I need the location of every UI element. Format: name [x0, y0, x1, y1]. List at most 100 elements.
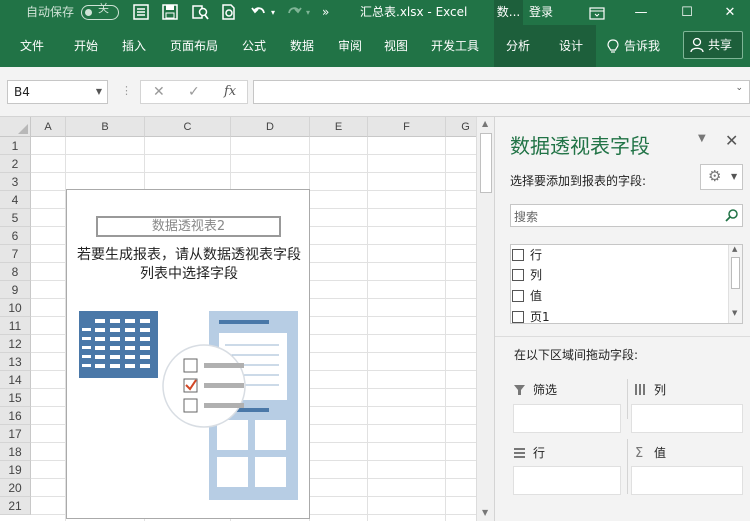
choose-fields-label: 选择要添加到报表的字段:	[510, 174, 647, 188]
field-item-column[interactable]: 列	[512, 265, 542, 285]
tab-data[interactable]: 数据	[290, 25, 314, 67]
close-window-button[interactable]: ✕	[710, 0, 750, 25]
tab-analyze[interactable]: 分析	[506, 25, 530, 67]
row-header[interactable]: 19	[0, 461, 31, 479]
expand-formula-icon[interactable]: ⌄	[735, 83, 743, 93]
autosave-toggle[interactable]: 关	[81, 2, 119, 20]
name-box[interactable]: B4 ▼	[7, 80, 108, 104]
values-drop-zone[interactable]	[631, 466, 743, 495]
scroll-up-icon[interactable]: ▲	[482, 119, 488, 128]
tools-button[interactable]: ⚙ ▼	[700, 164, 743, 190]
scroll-down-icon[interactable]: ▼	[732, 309, 737, 317]
row-header[interactable]: 5	[0, 209, 31, 227]
checkbox[interactable]	[512, 269, 524, 281]
share-button[interactable]: 共享	[683, 31, 743, 59]
row-header[interactable]: 15	[0, 389, 31, 407]
columns-drop-zone[interactable]	[631, 404, 743, 433]
close-pane-icon[interactable]: ✕	[725, 131, 738, 150]
row-header[interactable]: 12	[0, 335, 31, 353]
ribbon-display-icon[interactable]	[588, 4, 606, 22]
undo-icon[interactable]	[250, 3, 268, 21]
columns-area-header: 列	[635, 378, 666, 402]
tab-file[interactable]: 文件	[20, 25, 44, 67]
drag-fields-label: 在以下区域间拖动字段:	[514, 348, 639, 362]
formula-input[interactable]: ⌄	[253, 80, 750, 104]
tab-design[interactable]: 设计	[559, 25, 583, 67]
tab-formulas[interactable]: 公式	[242, 25, 266, 67]
column-header[interactable]: B	[66, 117, 145, 137]
scroll-thumb[interactable]	[480, 133, 492, 193]
rows-area-header: 行	[514, 441, 545, 465]
values-area-header: Σ值	[635, 441, 666, 465]
column-header[interactable]: D	[231, 117, 310, 137]
row-header[interactable]: 7	[0, 245, 31, 263]
filter-drop-zone[interactable]	[513, 404, 621, 433]
row-header[interactable]: 14	[0, 371, 31, 389]
field-list-scrollbar[interactable]: ▲ ▼	[728, 245, 742, 323]
row-header[interactable]: 4	[0, 191, 31, 209]
pane-options-chevron-icon[interactable]: ▼	[698, 133, 706, 144]
field-item-value[interactable]: 值	[512, 286, 542, 306]
tab-developer[interactable]: 开发工具	[431, 25, 479, 67]
save-icon[interactable]	[161, 3, 179, 21]
tab-view[interactable]: 视图	[384, 25, 408, 67]
tab-insert[interactable]: 插入	[122, 25, 146, 67]
column-header[interactable]: C	[145, 117, 231, 137]
row-header[interactable]: 18	[0, 443, 31, 461]
login-link[interactable]: 登录	[529, 0, 553, 25]
row-header[interactable]: 11	[0, 317, 31, 335]
title-bar: 自动保存 关 ▾ ▾ » 汇总表.xlsx - Excel 数... 登录 — …	[0, 0, 750, 25]
select-all-corner[interactable]	[0, 117, 31, 137]
scroll-down-icon[interactable]: ▼	[482, 508, 488, 517]
maximize-button[interactable]: ☐	[667, 0, 707, 25]
minimize-button[interactable]: —	[621, 0, 661, 25]
rows-drop-zone[interactable]	[513, 466, 621, 495]
gridline	[31, 154, 476, 155]
row-header[interactable]: 9	[0, 281, 31, 299]
print-preview-icon[interactable]	[191, 3, 209, 21]
qat-more-icon[interactable]: »	[322, 0, 329, 25]
row-header[interactable]: 16	[0, 407, 31, 425]
checkbox[interactable]	[512, 290, 524, 302]
field-search-input[interactable]: 搜索	[510, 204, 743, 227]
redo-dropdown-icon: ▾	[306, 8, 311, 17]
search-icon[interactable]	[725, 209, 738, 222]
row-header[interactable]: 17	[0, 425, 31, 443]
field-item-page1[interactable]: 页1	[512, 307, 550, 323]
row-header[interactable]: 21	[0, 497, 31, 515]
scroll-up-icon[interactable]: ▲	[732, 245, 737, 253]
enter-check-icon[interactable]: ✓	[188, 84, 200, 100]
row-header[interactable]: 2	[0, 155, 31, 173]
tell-me-search[interactable]: 告诉我	[624, 25, 660, 67]
tab-home[interactable]: 开始	[74, 25, 98, 67]
zoom-page-icon[interactable]	[220, 3, 238, 21]
checkbox[interactable]	[512, 311, 524, 323]
cancel-icon[interactable]: ✕	[153, 84, 165, 100]
row-header[interactable]: 8	[0, 263, 31, 281]
column-header[interactable]: E	[310, 117, 368, 137]
row-header[interactable]: 20	[0, 479, 31, 497]
select-all-triangle-icon	[18, 124, 28, 134]
tab-page-layout[interactable]: 页面布局	[170, 25, 218, 67]
worksheet-grid[interactable]: ABCDEFG 1 2 3 4 5 6 7 8 9 10 11 12 13 14 15 16 17 18 19 20 2…	[0, 117, 476, 521]
checkbox[interactable]	[512, 249, 524, 261]
column-header[interactable]: A	[31, 117, 66, 137]
gridline	[31, 172, 476, 173]
row-header[interactable]: 10	[0, 299, 31, 317]
chevron-down-icon[interactable]: ▼	[96, 81, 102, 103]
field-item-row[interactable]: 行	[512, 245, 542, 265]
pivot-table-placeholder[interactable]: 数据透视表2 若要生成报表，请从数据透视表字段列表中选择字段	[66, 189, 310, 519]
undo-dropdown-icon[interactable]: ▾	[271, 0, 275, 25]
row-header[interactable]: 6	[0, 227, 31, 245]
field-scroll-thumb[interactable]	[731, 257, 740, 289]
column-header[interactable]: F	[368, 117, 446, 137]
tab-review[interactable]: 审阅	[338, 25, 362, 67]
row-header[interactable]: 13	[0, 353, 31, 371]
form-icon[interactable]	[132, 3, 150, 21]
row-header[interactable]: 3	[0, 173, 31, 191]
column-header[interactable]: G	[446, 117, 476, 137]
insert-function-icon[interactable]: fx	[224, 84, 236, 99]
row-header[interactable]: 1	[0, 137, 31, 155]
columns-area-label: 列	[654, 383, 667, 397]
vertical-scrollbar[interactable]: ▲ ▼	[476, 117, 494, 521]
